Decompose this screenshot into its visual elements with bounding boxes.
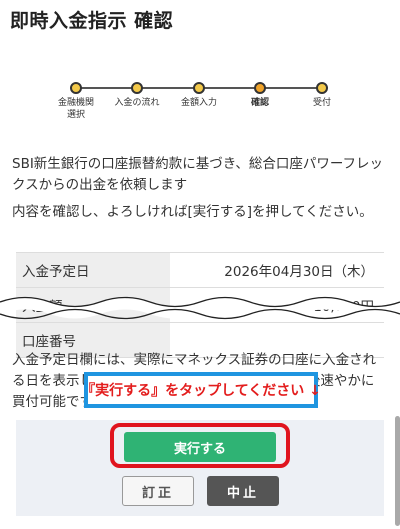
cancel-button[interactable]: 中止	[207, 476, 279, 506]
step-confirm: 確認	[225, 80, 295, 109]
table-row: 入金予定日 2026年04月30日（木）	[16, 253, 384, 288]
step-dot	[316, 82, 328, 94]
progress-stepper: 金融機関 選択 入金の流れ 金額入力 確認 受付	[40, 80, 360, 126]
tap-instruction-callout: 『実行する』をタップしてください ↓	[81, 372, 321, 408]
step-accepted: 受付	[287, 80, 357, 109]
row-label: 入金予定日	[16, 253, 170, 287]
step-dot-current	[254, 82, 266, 94]
step-label: 確認	[250, 98, 269, 108]
row-value: 2026年04月30日（木）	[224, 264, 374, 280]
step-label: 入金の流れ	[114, 98, 160, 108]
correct-button[interactable]: 訂正	[122, 476, 194, 506]
omission-wave-divider	[0, 296, 400, 320]
step-dot	[131, 82, 143, 94]
page-title: 即時入金指示 確認	[10, 10, 174, 32]
step-dot	[193, 82, 205, 94]
step-label: 受付	[312, 98, 331, 108]
description-text: SBI新生銀行の口座振替約款に基づき、総合口座パワーフレックスからの出金を依頼し…	[12, 156, 384, 193]
scrollbar[interactable]	[395, 416, 400, 526]
step-dot	[70, 82, 82, 94]
step-bank-select: 金融機関 選択	[41, 80, 111, 121]
instruction-text: 内容を確認し、よろしければ[実行する]を押してください。	[12, 204, 373, 220]
step-deposit-flow: 入金の流れ	[102, 80, 172, 109]
step-amount-input: 金額入力	[164, 80, 234, 109]
execute-button[interactable]: 実行する	[124, 432, 276, 462]
step-label: 金額入力	[180, 98, 217, 108]
step-label: 金融機関 選択	[57, 98, 94, 120]
